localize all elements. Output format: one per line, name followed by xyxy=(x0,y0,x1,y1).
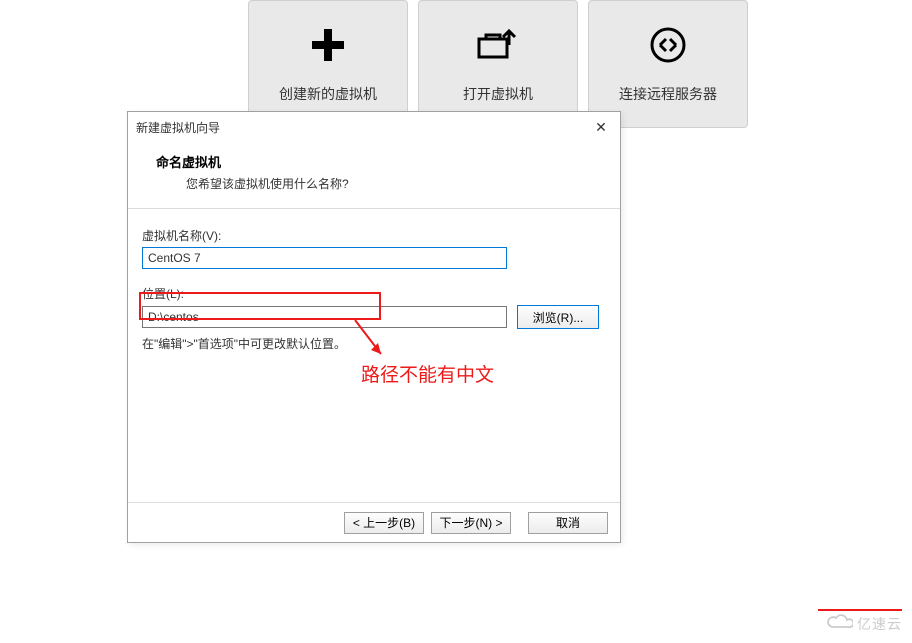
connect-server-label: 连接远程服务器 xyxy=(619,84,717,104)
dialog-header: 命名虚拟机 您希望该虚拟机使用什么名称? xyxy=(128,142,620,209)
vm-name-input[interactable] xyxy=(142,247,507,269)
close-button[interactable]: ✕ xyxy=(588,116,614,138)
plus-icon xyxy=(308,25,348,70)
create-vm-label: 创建新的虚拟机 xyxy=(279,84,377,104)
open-vm-card[interactable]: 打开虚拟机 xyxy=(418,0,578,128)
location-hint: 在"编辑">"首选项"中可更改默认位置。 xyxy=(142,335,606,352)
header-title: 命名虚拟机 xyxy=(156,152,604,171)
watermark-line xyxy=(818,609,902,611)
open-vm-label: 打开虚拟机 xyxy=(463,84,533,104)
watermark: 亿速云 xyxy=(827,612,902,635)
location-input[interactable] xyxy=(142,306,507,328)
watermark-cloud-icon xyxy=(827,612,853,635)
connect-server-card[interactable]: 连接远程服务器 xyxy=(588,0,748,128)
create-vm-card[interactable]: 创建新的虚拟机 xyxy=(248,0,408,128)
close-icon: ✕ xyxy=(595,119,607,136)
new-vm-wizard-dialog: 新建虚拟机向导 ✕ 命名虚拟机 您希望该虚拟机使用什么名称? 虚拟机名称(V):… xyxy=(127,111,621,543)
form-area: 虚拟机名称(V): 位置(L): 浏览(R)... 在"编辑">"首选项"中可更… xyxy=(128,209,620,352)
dialog-button-bar: < 上一步(B) 下一步(N) > 取消 xyxy=(128,502,620,542)
cancel-button[interactable]: 取消 xyxy=(528,512,608,534)
dialog-title: 新建虚拟机向导 xyxy=(136,119,220,136)
vm-name-label: 虚拟机名称(V): xyxy=(142,227,606,244)
browse-button[interactable]: 浏览(R)... xyxy=(517,305,599,329)
next-button[interactable]: 下一步(N) > xyxy=(431,512,511,534)
location-label: 位置(L): xyxy=(142,285,606,302)
remote-server-icon xyxy=(648,25,688,70)
header-subtitle: 您希望该虚拟机使用什么名称? xyxy=(186,175,604,192)
annotation-text: 路径不能有中文 xyxy=(361,360,494,387)
folder-open-icon xyxy=(476,25,520,70)
watermark-text: 亿速云 xyxy=(857,614,902,634)
back-button[interactable]: < 上一步(B) xyxy=(344,512,424,534)
home-cards: 创建新的虚拟机 打开虚拟机 连接远程服务器 xyxy=(248,0,748,128)
dialog-titlebar: 新建虚拟机向导 ✕ xyxy=(128,112,620,142)
